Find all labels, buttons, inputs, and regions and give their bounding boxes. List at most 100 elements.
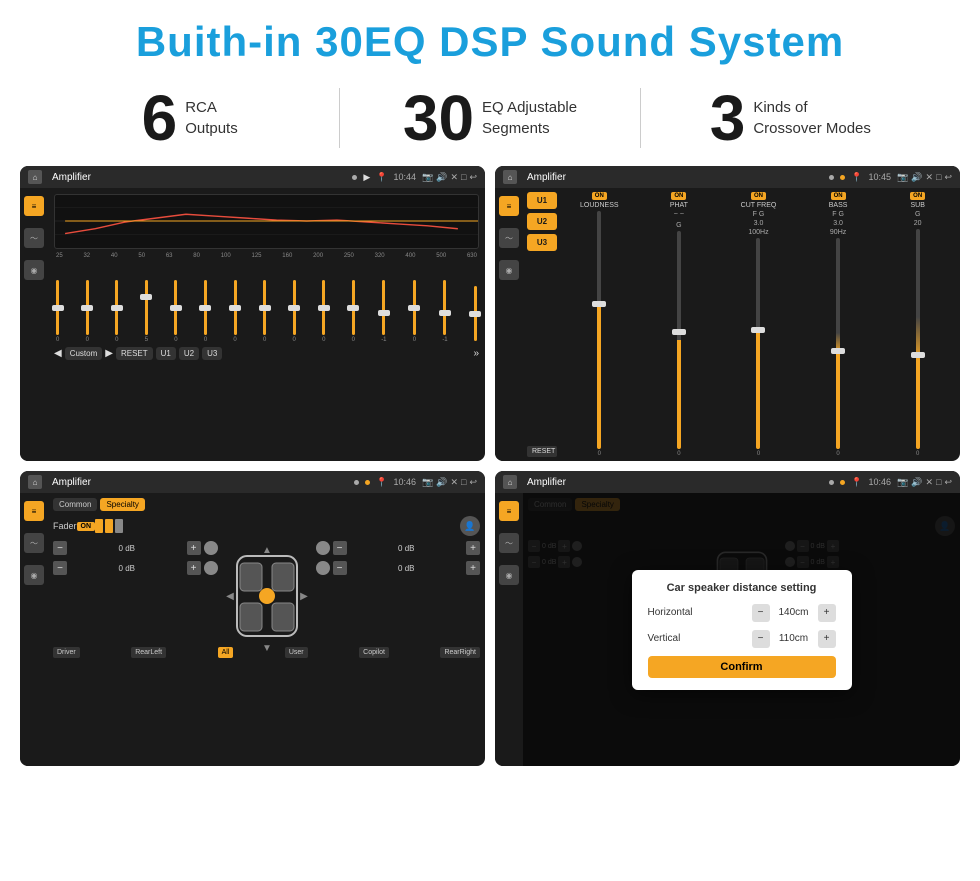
cutfreq-slider[interactable]: [756, 238, 760, 449]
fader-toggle[interactable]: [95, 519, 123, 533]
vertical-minus-btn[interactable]: −: [752, 630, 770, 648]
copilot-btn[interactable]: Copilot: [359, 647, 389, 658]
screenshots-grid: ⌂ Amplifier ▶ 📍 10:44 📷🔊✕□↩ ≡ 〜 ◉: [0, 166, 980, 776]
home-icon[interactable]: ⌂: [28, 170, 42, 184]
crossover-dot-1: [829, 175, 834, 180]
reset-btn[interactable]: RESET: [527, 446, 557, 457]
fader-right-top: − 0 dB +: [316, 541, 481, 555]
rearleft-btn[interactable]: RearLeft: [131, 647, 166, 658]
eq-prev-btn[interactable]: ◀: [54, 348, 62, 359]
svg-text:▼: ▼: [262, 643, 272, 651]
sub-slider[interactable]: [916, 229, 920, 449]
loudness-slider[interactable]: [597, 211, 601, 449]
dialog-bg: Common Specialty 👤 −0 dB+ −0 dB+: [523, 493, 960, 766]
u2-button[interactable]: U2: [527, 213, 557, 230]
fader-sidebar-icon-2[interactable]: 〜: [24, 533, 44, 553]
crossover-main: U1 U2 U3 RESET ON LOUDNESS 0: [523, 188, 960, 461]
svg-text:◀: ◀: [226, 591, 234, 602]
dialog-sidebar-icon-2[interactable]: 〜: [499, 533, 519, 553]
loudness-on: ON: [592, 192, 607, 200]
fader-tab-specialty[interactable]: Specialty: [100, 498, 144, 511]
eq-sidebar-icon-1[interactable]: ≡: [24, 196, 44, 216]
db-minus-2[interactable]: −: [53, 561, 67, 575]
dialog-sidebar-icon-1[interactable]: ≡: [499, 501, 519, 521]
horizontal-minus-btn[interactable]: −: [752, 604, 770, 622]
horizontal-label: Horizontal: [648, 607, 693, 618]
crossover-sidebar: ≡ 〜 ◉: [495, 188, 523, 461]
u3-button[interactable]: U3: [527, 234, 557, 251]
horizontal-controls: − 140cm +: [752, 604, 836, 622]
fader-left-bottom: − 0 dB +: [53, 561, 218, 575]
eq-status-dot-1: [352, 175, 357, 180]
stat-text-eq: EQ Adjustable Segments: [482, 97, 577, 139]
vertical-plus-btn[interactable]: +: [818, 630, 836, 648]
bass-slider[interactable]: [836, 238, 840, 449]
car-diagram: ▲ ▼ ◀ ▶: [222, 541, 312, 641]
fader-tab-common[interactable]: Common: [53, 498, 97, 511]
speaker-distance-dialog: Car speaker distance setting Horizontal …: [632, 570, 852, 690]
stats-row: 6 RCA Outputs 30 EQ Adjustable Segments …: [0, 78, 980, 166]
eq-u3-btn[interactable]: U3: [202, 347, 222, 360]
db-value-1: 0 dB: [70, 544, 184, 553]
u1-button[interactable]: U1: [527, 192, 557, 209]
phat-on: ON: [671, 192, 686, 200]
fader-tabs: Common Specialty: [53, 498, 480, 511]
fader-sidebar: ≡ 〜 ◉: [20, 493, 48, 766]
fader-sidebar-icon-1[interactable]: ≡: [24, 501, 44, 521]
bass-on: ON: [831, 192, 846, 200]
crossover-status-icons: 📷🔊✕□↩: [897, 172, 952, 183]
eq-sidebar-icon-3[interactable]: ◉: [24, 260, 44, 280]
vertical-row: Vertical − 110cm +: [648, 630, 836, 648]
crossover-sidebar-icon-2[interactable]: 〜: [499, 228, 519, 248]
db-minus-1[interactable]: −: [53, 541, 67, 555]
confirm-button[interactable]: Confirm: [648, 656, 836, 678]
eq-status-icons: 📷🔊✕□↩: [422, 172, 477, 183]
db-plus-1[interactable]: +: [187, 541, 201, 555]
phat-slider[interactable]: [677, 231, 681, 449]
dialog-overlay: Car speaker distance setting Horizontal …: [523, 493, 960, 766]
dialog-home-icon[interactable]: ⌂: [503, 475, 517, 489]
eq-play-icon: ▶: [363, 172, 370, 183]
dialog-content: ≡ 〜 ◉ Common Specialty 👤 −0 dB+: [495, 493, 960, 766]
crossover-screen: ⌂ Amplifier 📍 10:45 📷🔊✕□↩ ≡ 〜 ◉ U1 U2 U3: [495, 166, 960, 461]
horizontal-row: Horizontal − 140cm +: [648, 604, 836, 622]
horizontal-plus-btn[interactable]: +: [818, 604, 836, 622]
eq-main: 2532405063 80100125160200 25032040050063…: [48, 188, 485, 461]
eq-expand-btn[interactable]: »: [473, 348, 479, 359]
fader-title: Amplifier: [52, 477, 348, 488]
db-minus-4[interactable]: −: [333, 561, 347, 575]
crossover-status-bar: ⌂ Amplifier 📍 10:45 📷🔊✕□↩: [495, 166, 960, 188]
db-plus-4[interactable]: +: [466, 561, 480, 575]
db-plus-2[interactable]: +: [187, 561, 201, 575]
sub-on: ON: [910, 192, 925, 200]
db-plus-3[interactable]: +: [466, 541, 480, 555]
eq-u2-btn[interactable]: U2: [179, 347, 199, 360]
dialog-sidebar-icon-3[interactable]: ◉: [499, 565, 519, 585]
crossover-sidebar-icon-1[interactable]: ≡: [499, 196, 519, 216]
stat-crossover: 3 Kinds of Crossover Modes: [661, 86, 920, 150]
eq-next-btn[interactable]: ▶: [105, 348, 113, 359]
stat-text-rca: RCA Outputs: [185, 97, 238, 139]
fader-label: Fader: [53, 521, 77, 531]
driver-btn[interactable]: Driver: [53, 647, 80, 658]
db-minus-3[interactable]: −: [333, 541, 347, 555]
eq-sidebar-icon-2[interactable]: 〜: [24, 228, 44, 248]
crossover-home-icon[interactable]: ⌂: [503, 170, 517, 184]
phat-label: PHAT: [670, 202, 688, 209]
eq-u1-btn[interactable]: U1: [156, 347, 176, 360]
fader-sidebar-icon-3[interactable]: ◉: [24, 565, 44, 585]
eq-time: 10:44: [394, 172, 417, 182]
crossover-sidebar-icon-3[interactable]: ◉: [499, 260, 519, 280]
fader-header: Fader ON 👤: [53, 516, 480, 536]
fader-home-icon[interactable]: ⌂: [28, 475, 42, 489]
channel-phat: ON PHAT ~~ G 0: [641, 192, 718, 457]
eq-sliders: 0 0 0 5 0 0 0 0 0 0 0 -1 0 -1: [54, 263, 479, 343]
loudness-label: LOUDNESS: [580, 202, 619, 209]
fader-profile-icon: 👤: [460, 516, 480, 536]
fader-content: ≡ 〜 ◉ Common Specialty Fader ON 👤: [20, 493, 485, 766]
eq-reset-btn[interactable]: RESET: [116, 347, 153, 360]
fader-left: − 0 dB + − 0 dB +: [53, 541, 218, 641]
rearright-btn[interactable]: RearRight: [440, 647, 480, 658]
fader-main: Common Specialty Fader ON 👤 −: [48, 493, 485, 766]
eq-graph: [54, 194, 479, 249]
